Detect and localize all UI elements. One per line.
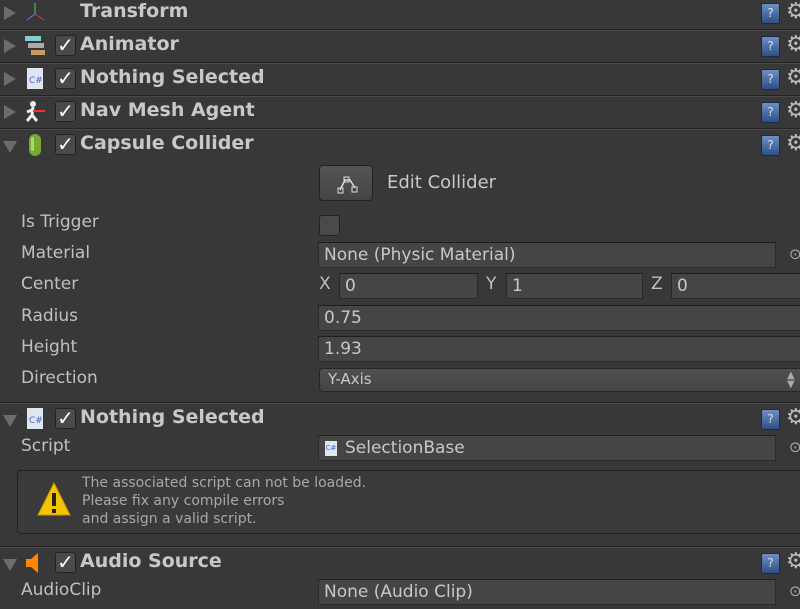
object-picker-icon[interactable]: ⊙ xyxy=(789,438,800,456)
svg-text:C#: C# xyxy=(29,416,43,426)
warning-icon xyxy=(37,481,71,516)
direction-label: Direction xyxy=(21,368,98,388)
audioclip-label: AudioClip xyxy=(21,580,102,600)
gear-icon[interactable]: ⚙ xyxy=(786,131,800,156)
warning-line: The associated script can not be loaded. xyxy=(82,475,367,491)
component-header-animator[interactable]: ✓ Animator ? ⚙ xyxy=(0,29,800,62)
csharp-script-icon: C# xyxy=(325,441,337,456)
warning-box: The associated script can not be loaded.… xyxy=(17,470,800,534)
help-book-icon[interactable]: ? xyxy=(761,553,780,574)
object-picker-icon[interactable]: ⊙ xyxy=(789,582,800,600)
edit-collider-button[interactable] xyxy=(319,165,373,201)
component-title: Audio Source xyxy=(80,550,222,572)
edit-collider-icon xyxy=(337,176,358,194)
csharp-script-icon: C# xyxy=(24,68,46,90)
script-field[interactable]: C# SelectionBase xyxy=(318,435,776,461)
component-title: Capsule Collider xyxy=(80,132,254,154)
gear-icon[interactable]: ⚙ xyxy=(786,65,800,90)
material-label: Material xyxy=(21,243,91,263)
enabled-checkbox[interactable]: ✓ xyxy=(55,408,76,429)
direction-value: Y-Axis xyxy=(328,370,372,388)
csharp-script-icon: C# xyxy=(24,408,46,430)
component-header-nothing-selected[interactable]: C# ✓ Nothing Selected ? ⚙ xyxy=(0,62,800,95)
center-z-label: Z xyxy=(651,274,663,294)
script-label: Script xyxy=(21,436,71,456)
foldout-arrow-icon[interactable] xyxy=(4,39,16,53)
gear-icon[interactable]: ⚙ xyxy=(786,32,800,57)
transform-axes-icon xyxy=(24,2,46,24)
capsule-collider-icon xyxy=(24,134,46,156)
radius-field[interactable]: 0.75 xyxy=(318,305,800,331)
height-field[interactable]: 1.93 xyxy=(318,336,800,362)
animator-icon xyxy=(24,35,46,57)
help-book-icon[interactable]: ? xyxy=(761,3,780,24)
enabled-checkbox[interactable]: ✓ xyxy=(55,552,76,573)
component-title: Nav Mesh Agent xyxy=(80,99,255,121)
component-header-capsule-collider[interactable]: ✓ Capsule Collider ? ⚙ xyxy=(0,128,800,161)
is-trigger-checkbox[interactable] xyxy=(319,215,340,236)
warning-line: and assign a valid script. xyxy=(82,511,257,527)
warning-line: Please fix any compile errors xyxy=(82,493,285,509)
edit-collider-label: Edit Collider xyxy=(387,172,497,193)
component-title: Nothing Selected xyxy=(80,66,265,88)
component-header-transform[interactable]: Transform ? ⚙ xyxy=(0,0,800,29)
center-y-field[interactable]: 1 xyxy=(506,273,643,299)
component-title: Animator xyxy=(80,33,179,55)
enabled-checkbox[interactable]: ✓ xyxy=(55,35,76,56)
script-value: SelectionBase xyxy=(345,438,465,458)
help-book-icon[interactable]: ? xyxy=(761,36,780,57)
help-book-icon[interactable]: ? xyxy=(761,69,780,90)
radius-label: Radius xyxy=(21,306,79,326)
help-book-icon[interactable]: ? xyxy=(761,135,780,156)
help-book-icon[interactable]: ? xyxy=(761,409,780,430)
gear-icon[interactable]: ⚙ xyxy=(786,0,800,24)
gear-icon[interactable]: ⚙ xyxy=(786,549,800,574)
height-label: Height xyxy=(21,337,78,357)
center-x-field[interactable]: 0 xyxy=(339,273,478,299)
foldout-arrow-icon[interactable] xyxy=(3,141,17,153)
component-title: Nothing Selected xyxy=(80,406,265,428)
gear-icon[interactable]: ⚙ xyxy=(786,405,800,430)
foldout-arrow-icon[interactable] xyxy=(3,415,17,427)
component-header-nav-mesh-agent[interactable]: ✓ Nav Mesh Agent ? ⚙ xyxy=(0,95,800,128)
center-label: Center xyxy=(21,274,79,294)
foldout-arrow-icon[interactable] xyxy=(4,72,16,86)
svg-text:C#: C# xyxy=(29,76,43,86)
enabled-checkbox[interactable]: ✓ xyxy=(55,101,76,122)
center-x-label: X xyxy=(319,274,331,294)
foldout-arrow-icon[interactable] xyxy=(3,559,17,571)
direction-dropdown[interactable]: Y-Axis ▲ ▼ xyxy=(319,368,800,392)
enabled-checkbox[interactable]: ✓ xyxy=(55,68,76,89)
enabled-checkbox[interactable]: ✓ xyxy=(55,134,76,155)
help-book-icon[interactable]: ? xyxy=(761,102,780,123)
component-header-audio-source[interactable]: ✓ Audio Source ? ⚙ xyxy=(0,546,800,579)
dropdown-arrows-icon: ▲ ▼ xyxy=(787,370,795,390)
is-trigger-label: Is Trigger xyxy=(21,212,99,232)
object-picker-icon[interactable]: ⊙ xyxy=(789,245,800,263)
audioclip-field[interactable]: None (Audio Clip) xyxy=(318,579,776,605)
material-field[interactable]: None (Physic Material) xyxy=(318,242,776,268)
gear-icon[interactable]: ⚙ xyxy=(786,98,800,123)
nav-mesh-agent-icon xyxy=(24,101,46,123)
component-header-nothing-selected[interactable]: C# ✓ Nothing Selected ? ⚙ xyxy=(0,402,800,435)
audio-source-icon xyxy=(24,552,46,574)
foldout-arrow-icon[interactable] xyxy=(4,6,16,20)
component-title: Transform xyxy=(80,0,189,22)
center-y-label: Y xyxy=(486,274,497,294)
center-z-field[interactable]: 0 xyxy=(671,273,800,299)
foldout-arrow-icon[interactable] xyxy=(4,105,16,119)
